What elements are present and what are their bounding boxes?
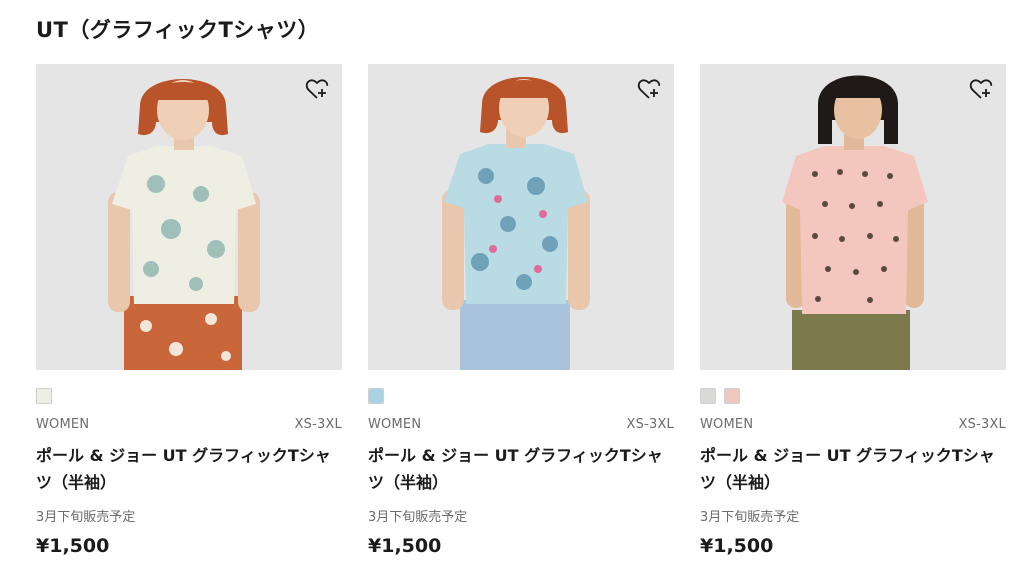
product-sizes: XS-3XL	[626, 417, 674, 432]
availability-note: 3月下旬販売予定	[700, 510, 800, 525]
product-image[interactable]	[368, 64, 674, 370]
product-name[interactable]: ポール & ジョー UT グラフィックTシャツ（半袖）	[700, 442, 1006, 496]
product-sizes: XS-3XL	[958, 417, 1006, 432]
product-sizes: XS-3XL	[294, 417, 342, 432]
color-swatch[interactable]	[368, 388, 384, 404]
product-image[interactable]	[700, 64, 1006, 370]
favorite-heart-plus-icon[interactable]	[636, 76, 662, 102]
product-card[interactable]: WOMEN XS-3XL ポール & ジョー UT グラフィックTシャツ（半袖）…	[36, 64, 342, 557]
favorite-heart-plus-icon[interactable]	[304, 76, 330, 102]
product-card[interactable]: WOMEN XS-3XL ポール & ジョー UT グラフィックTシャツ（半袖）…	[700, 64, 1006, 557]
model-photo	[700, 64, 1006, 370]
product-price: ¥1,500	[368, 535, 442, 557]
product-category: WOMEN	[368, 417, 422, 432]
model-photo	[36, 64, 342, 370]
availability-note: 3月下旬販売予定	[36, 510, 136, 525]
availability-note: 3月下旬販売予定	[368, 510, 468, 525]
product-category: WOMEN	[36, 417, 90, 432]
color-swatch[interactable]	[36, 388, 52, 404]
product-name[interactable]: ポール & ジョー UT グラフィックTシャツ（半袖）	[368, 442, 674, 496]
product-card[interactable]: WOMEN XS-3XL ポール & ジョー UT グラフィックTシャツ（半袖）…	[368, 64, 674, 557]
model-photo	[368, 64, 674, 370]
favorite-heart-plus-icon[interactable]	[968, 76, 994, 102]
product-name[interactable]: ポール & ジョー UT グラフィックTシャツ（半袖）	[36, 442, 342, 496]
color-swatches	[368, 388, 674, 406]
color-swatches	[700, 388, 1006, 406]
color-swatches	[36, 388, 342, 406]
product-category: WOMEN	[700, 417, 754, 432]
page-title: UT（グラフィックTシャツ）	[36, 18, 320, 42]
color-swatch[interactable]	[700, 388, 716, 404]
product-image[interactable]	[36, 64, 342, 370]
product-price: ¥1,500	[700, 535, 774, 557]
product-price: ¥1,500	[36, 535, 110, 557]
color-swatch[interactable]	[724, 388, 740, 404]
